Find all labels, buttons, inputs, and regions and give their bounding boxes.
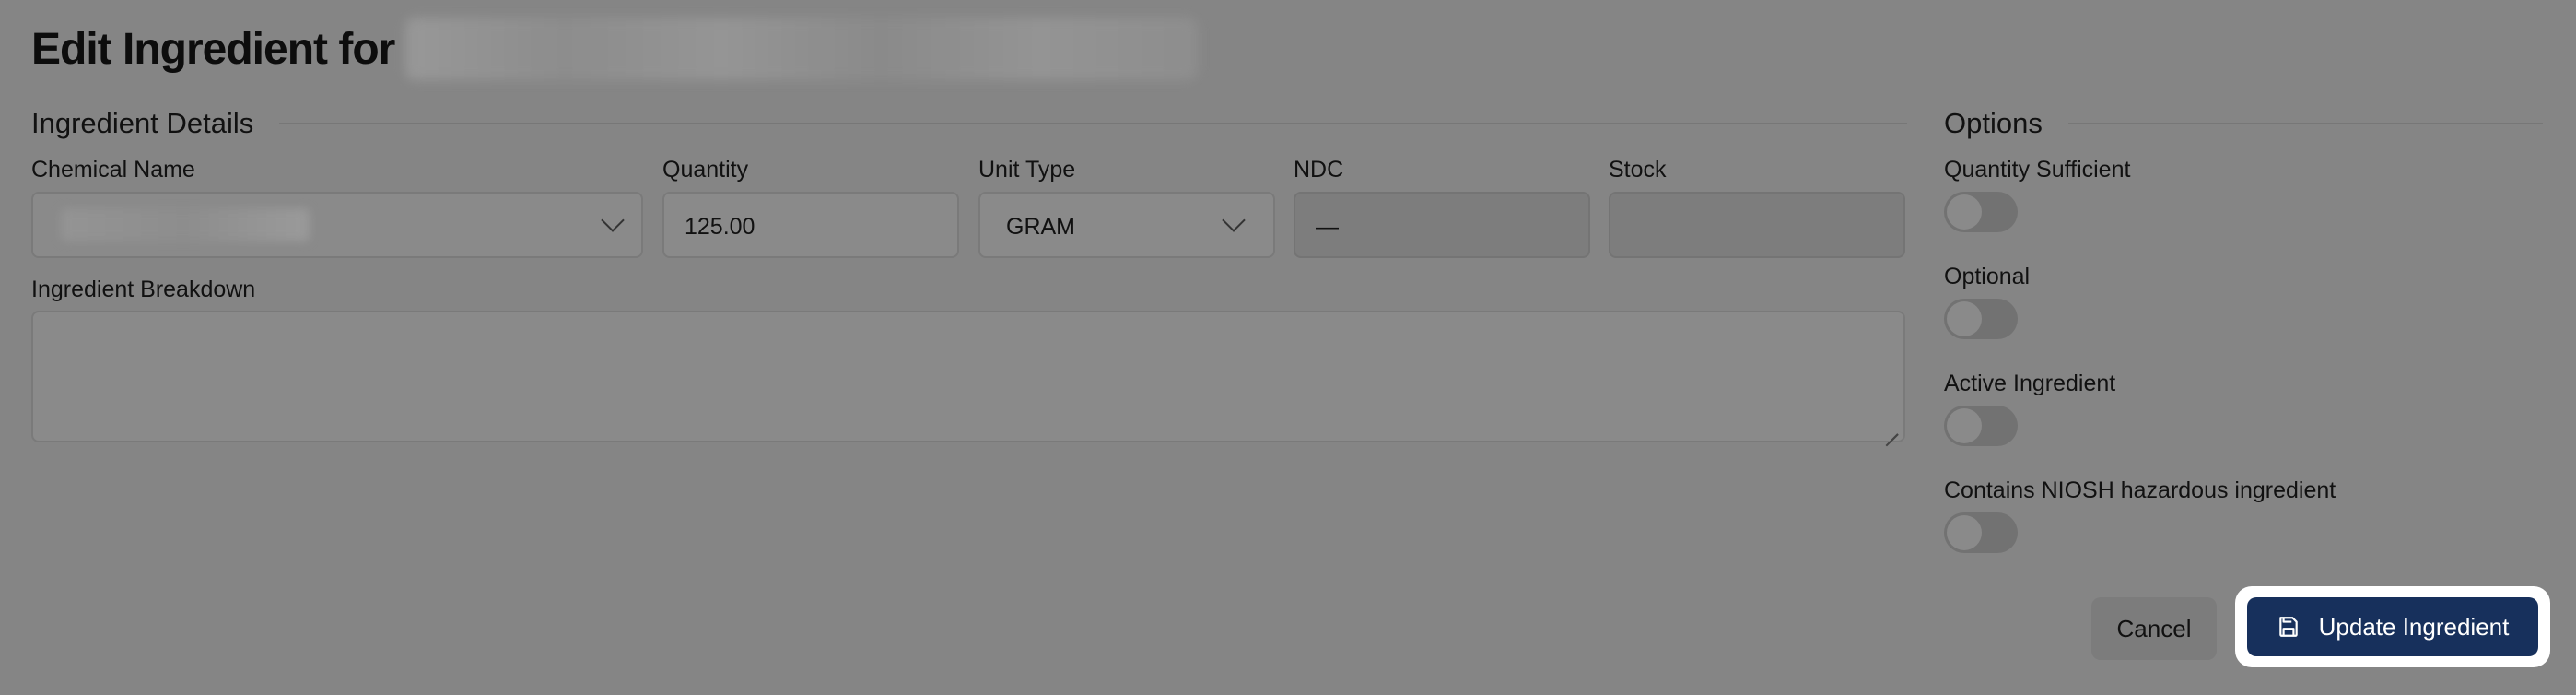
quantity-sufficient-toggle[interactable] (1944, 192, 2018, 232)
active-ingredient-label: Active Ingredient (1944, 371, 2116, 396)
toggle-knob (1947, 515, 1982, 550)
section-title: Ingredient Details (31, 107, 254, 139)
toggle-knob (1947, 194, 1982, 230)
quantity-sufficient-label: Quantity Sufficient (1944, 157, 2131, 183)
page-title: Edit Ingredient for (31, 24, 395, 74)
section-title: Options (1944, 107, 2043, 139)
options-heading: Options (1944, 103, 2543, 144)
ndc-label: NDC (1294, 157, 1344, 183)
ndc-value: — (1316, 214, 1339, 240)
redacted-chemical-name (61, 208, 310, 241)
divider (2067, 123, 2543, 124)
ingredient-breakdown-textarea[interactable] (31, 311, 1905, 442)
stock-input (1609, 192, 1905, 258)
unit-type-label: Unit Type (978, 157, 1076, 183)
redacted-recipe-name (405, 18, 1199, 80)
cancel-button[interactable]: Cancel (2091, 597, 2217, 660)
chevron-down-icon (601, 208, 625, 232)
quantity-value: 125.00 (685, 214, 755, 240)
unit-type-value: GRAM (1006, 214, 1075, 240)
toggle-knob (1947, 408, 1982, 443)
ndc-input: — (1294, 192, 1590, 258)
chevron-down-icon (1222, 208, 1246, 232)
quantity-input[interactable]: 125.00 (662, 192, 959, 258)
chemical-name-select[interactable] (31, 192, 643, 258)
divider (279, 123, 1907, 124)
ingredient-details-heading: Ingredient Details (31, 103, 1907, 144)
niosh-hazardous-label: Contains NIOSH hazardous ingredient (1944, 477, 2336, 503)
quantity-label: Quantity (662, 157, 749, 183)
unit-type-select[interactable]: GRAM (978, 192, 1275, 258)
update-button-label: Update Ingredient (2318, 612, 2510, 641)
optional-label: Optional (1944, 264, 2031, 289)
ingredient-breakdown-label: Ingredient Breakdown (31, 277, 256, 302)
save-icon (2278, 617, 2298, 637)
optional-toggle[interactable] (1944, 299, 2018, 339)
toggle-knob (1947, 301, 1982, 336)
resize-handle-icon[interactable] (1885, 422, 1898, 435)
chemical-name-label: Chemical Name (31, 157, 195, 183)
stock-label: Stock (1609, 157, 1667, 183)
page-header: Edit Ingredient for (31, 17, 1199, 81)
active-ingredient-toggle[interactable] (1944, 406, 2018, 446)
cancel-button-label: Cancel (2116, 614, 2192, 642)
niosh-hazardous-toggle[interactable] (1944, 512, 2018, 553)
update-ingredient-button[interactable]: Update Ingredient (2247, 597, 2538, 656)
